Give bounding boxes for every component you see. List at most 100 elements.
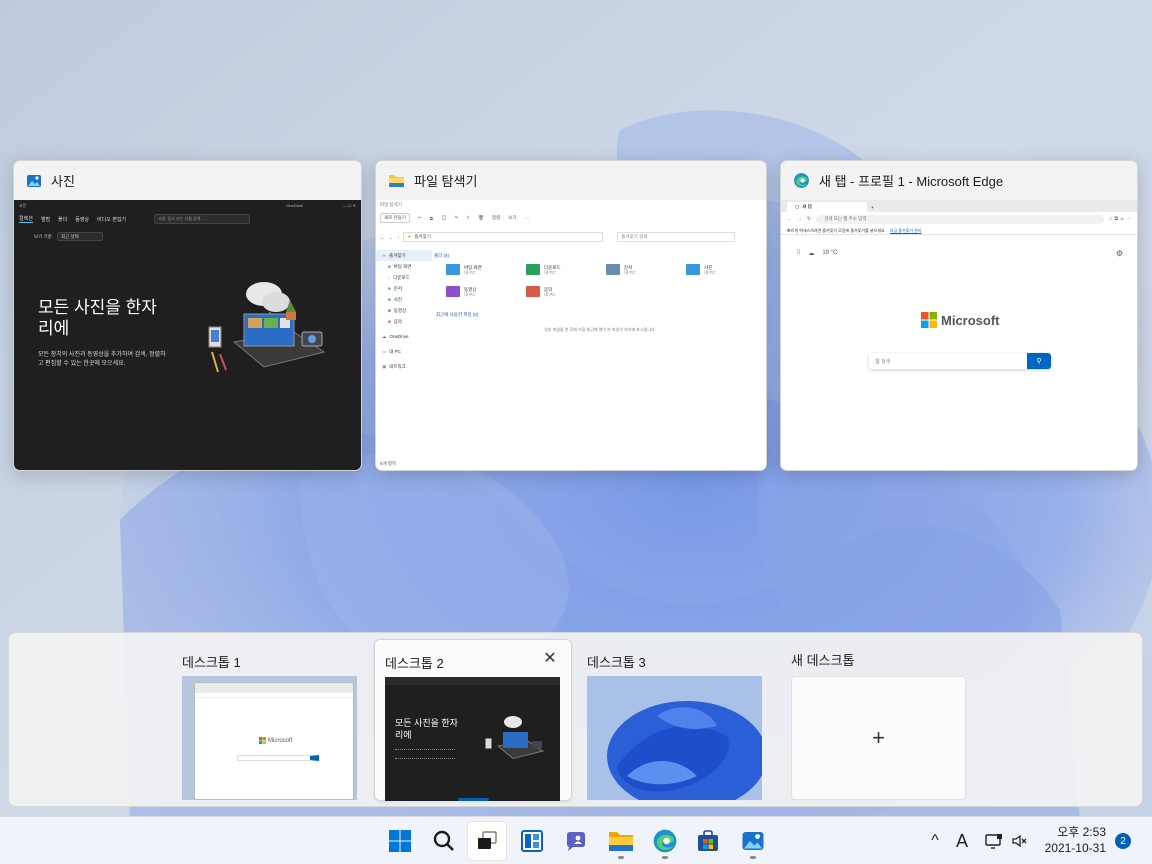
weather-text: 19 °C bbox=[822, 250, 838, 256]
preview-edge-search bbox=[237, 755, 319, 761]
preview-photos-desc bbox=[395, 749, 455, 759]
toolbar-icons: ☆ ⧉ ☺ ··· bbox=[1108, 216, 1131, 222]
preview-brand-text: Microsoft bbox=[268, 737, 293, 744]
tray-overflow-chevron-icon[interactable]: ^ bbox=[924, 825, 946, 857]
microsoft-brand-text: Microsoft bbox=[941, 312, 1000, 328]
explorer-new-button: 새로 만들기 bbox=[380, 213, 410, 223]
preview-edge-brand: Microsoft bbox=[259, 737, 292, 744]
edge-icon bbox=[794, 173, 809, 188]
window-title: 새 탭 - 프로필 1 - Microsoft Edge bbox=[819, 174, 1004, 189]
search-button[interactable] bbox=[424, 821, 464, 861]
preview-edge-window: Microsoft bbox=[194, 682, 354, 800]
photos-nav-item: 비디오 편집기 bbox=[97, 216, 127, 223]
folders-heading: 폴더 (8) bbox=[434, 253, 450, 258]
new-tab-icon: + bbox=[871, 205, 874, 210]
new-desktop-button[interactable]: + bbox=[791, 676, 966, 800]
clock[interactable]: 오후 2:53 2021-10-31 bbox=[1045, 824, 1106, 856]
sidebar-item-label: 문서 bbox=[393, 285, 402, 291]
file-explorer-button[interactable] bbox=[601, 821, 641, 861]
explorer-address-bar: ★ 즐겨찾기 bbox=[403, 232, 604, 242]
photos-icon bbox=[742, 832, 764, 850]
weather-icon: ☁ bbox=[808, 251, 815, 257]
sidebar-item-label: 사진 bbox=[393, 296, 402, 302]
close-icon[interactable]: ✕ bbox=[539, 647, 561, 669]
folder-location: 내 PC bbox=[624, 269, 636, 275]
folder-location: 내 PC bbox=[464, 291, 476, 297]
window-card-photos[interactable]: 사진 사진 OneDrive — ☐ ✕ 컬렉션 앨범 폴더 동영상 비디오 편… bbox=[13, 160, 362, 471]
window-card-file-explorer[interactable]: 파일 탐색기 파일 탐색기 새로 만들기 ✂ ⧉ 📋 ✎ ⇪ 🗑 정렬 보기 ·… bbox=[375, 160, 767, 471]
recent-empty-message: 일부 파일을 연 후에 가장 최근에 열어 본 파일이 여기에 표시됩니다. bbox=[544, 327, 656, 332]
folder-icon bbox=[446, 286, 460, 297]
start-button[interactable] bbox=[380, 821, 420, 861]
explorer-address-text: 즐겨찾기 bbox=[414, 234, 431, 239]
widgets-button[interactable] bbox=[512, 821, 552, 861]
microsoft-logo-icon bbox=[259, 737, 266, 744]
preview-photos-illustration-icon bbox=[485, 716, 545, 760]
explorer-sort-button: 정렬 bbox=[491, 215, 501, 220]
network-icon[interactable] bbox=[982, 825, 1006, 857]
window-card-edge[interactable]: 새 탭 - 프로필 1 - Microsoft Edge ▢ 새 탭 + ← →… bbox=[780, 160, 1138, 471]
task-view-button[interactable] bbox=[467, 821, 507, 861]
explorer-sidebar: ★ 즐겨찾기 ■ 바탕 화면 ↓ 다운로드 ■ 문서 ■ 사진 ■ 동영상 ■ 음악 ☁ One… bbox=[376, 250, 432, 458]
chat-button[interactable] bbox=[556, 821, 596, 861]
document-icon: ■ bbox=[388, 286, 391, 291]
new-desktop[interactable]: 새 데스크톱 + bbox=[781, 639, 979, 801]
folder-icon bbox=[526, 264, 540, 275]
explorer-titlebar: 파일 탐색기 bbox=[376, 200, 766, 210]
photos-sort: 보기 기준: 최근 날짜 bbox=[14, 226, 361, 247]
edge-search-box: 웹 검색 ⚲ bbox=[869, 353, 1051, 369]
sidebar-item-favorites: ★ 즐겨찾기 bbox=[376, 250, 432, 261]
desktop-2-preview: 모든 사진을 한자리에 bbox=[385, 677, 560, 801]
photos-nav-item: 폴더 bbox=[58, 216, 68, 223]
network-display-icon bbox=[985, 834, 1002, 849]
copy-icon: ⧉ bbox=[429, 215, 433, 221]
recent-heading: 최근에 사용한 파일 (0) bbox=[436, 312, 479, 317]
paste-icon: 📋 bbox=[440, 215, 447, 220]
folder-location: 내 PC bbox=[464, 269, 476, 275]
desktop-3[interactable]: 데스크톱 3 bbox=[577, 639, 775, 801]
ime-indicator[interactable]: A bbox=[951, 825, 973, 857]
share-icon: ⇪ bbox=[466, 215, 471, 220]
photos-app-icon bbox=[27, 174, 41, 187]
settings-gear-icon: ⚙ bbox=[1115, 249, 1123, 258]
desktop-label: 새 데스크톱 bbox=[791, 653, 855, 668]
desktop-2[interactable]: 데스크톱 2 ✕ 모든 사진을 한자리에 bbox=[374, 639, 572, 801]
edge-address-row: ← → ↻ 검색 또는 웹 주소 입력 ☆ ⧉ ☺ ··· bbox=[781, 212, 1137, 226]
running-indicator bbox=[618, 856, 624, 859]
picture-icon: ■ bbox=[388, 297, 391, 302]
window-title: 파일 탐색기 bbox=[414, 174, 478, 189]
network-icon: ▣ bbox=[382, 363, 387, 369]
explorer-statusbar: 6개 항목 bbox=[376, 458, 766, 470]
edge-info-text: 빠르게 액세스하려면 즐겨찾기 모음에 즐겨찾기를 넣으세요. bbox=[787, 228, 886, 233]
store-button[interactable] bbox=[688, 821, 728, 861]
volume-muted-icon[interactable] bbox=[1008, 825, 1032, 857]
explorer-search-input: 즐겨찾기 검색 bbox=[617, 232, 736, 242]
photos-account: OneDrive bbox=[286, 203, 304, 208]
photos-window-preview: 사진 OneDrive — ☐ ✕ 컬렉션 앨범 폴더 동영상 비디오 편집기 … bbox=[14, 200, 361, 470]
window-card-header: 사진 bbox=[14, 161, 361, 200]
notification-badge[interactable]: 2 bbox=[1115, 833, 1131, 849]
edge-icon bbox=[653, 829, 677, 853]
folder-location: 내 PC bbox=[544, 291, 556, 297]
edge-button[interactable] bbox=[645, 821, 685, 861]
preview-edge-tabbar bbox=[195, 683, 353, 693]
folder-tile: 다운로드 내 PC bbox=[526, 264, 561, 275]
photos-button[interactable] bbox=[733, 821, 773, 861]
edge-window-preview: ▢ 새 탭 + ← → ↻ 검색 또는 웹 주소 입력 ☆ ⧉ ☺ ··· 빠르… bbox=[781, 200, 1137, 470]
desktop-1[interactable]: 데스크톱 1 Microsoft bbox=[172, 639, 370, 801]
window-card-header: 새 탭 - 프로필 1 - Microsoft Edge bbox=[781, 161, 1137, 200]
desktop-label: 데스크톱 2 bbox=[385, 656, 444, 671]
photos-headline: 모든 사진을 한자리에 bbox=[38, 298, 157, 338]
explorer-status-text: 6개 항목 bbox=[380, 461, 397, 466]
clock-time: 오후 2:53 bbox=[1057, 825, 1106, 839]
photos-search-input: 사람, 장소 또는 사물 검색... bbox=[154, 214, 251, 224]
sidebar-item-this-pc: ▭ 내 PC bbox=[376, 346, 432, 357]
delete-icon: 🗑 bbox=[478, 215, 484, 220]
cloud-icon: ☁ bbox=[382, 333, 387, 339]
running-indicator bbox=[662, 856, 668, 859]
photos-sort-dropdown: 최근 날짜 bbox=[57, 232, 104, 241]
explorer-command-bar: 새로 만들기 ✂ ⧉ 📋 ✎ ⇪ 🗑 정렬 보기 ··· bbox=[376, 210, 766, 226]
photos-sort-label: 보기 기준: bbox=[34, 233, 54, 239]
back-arrow-icon: ← bbox=[380, 234, 385, 240]
edge-weather: ⁞⁞ ☁ 19 °C bbox=[797, 250, 837, 257]
